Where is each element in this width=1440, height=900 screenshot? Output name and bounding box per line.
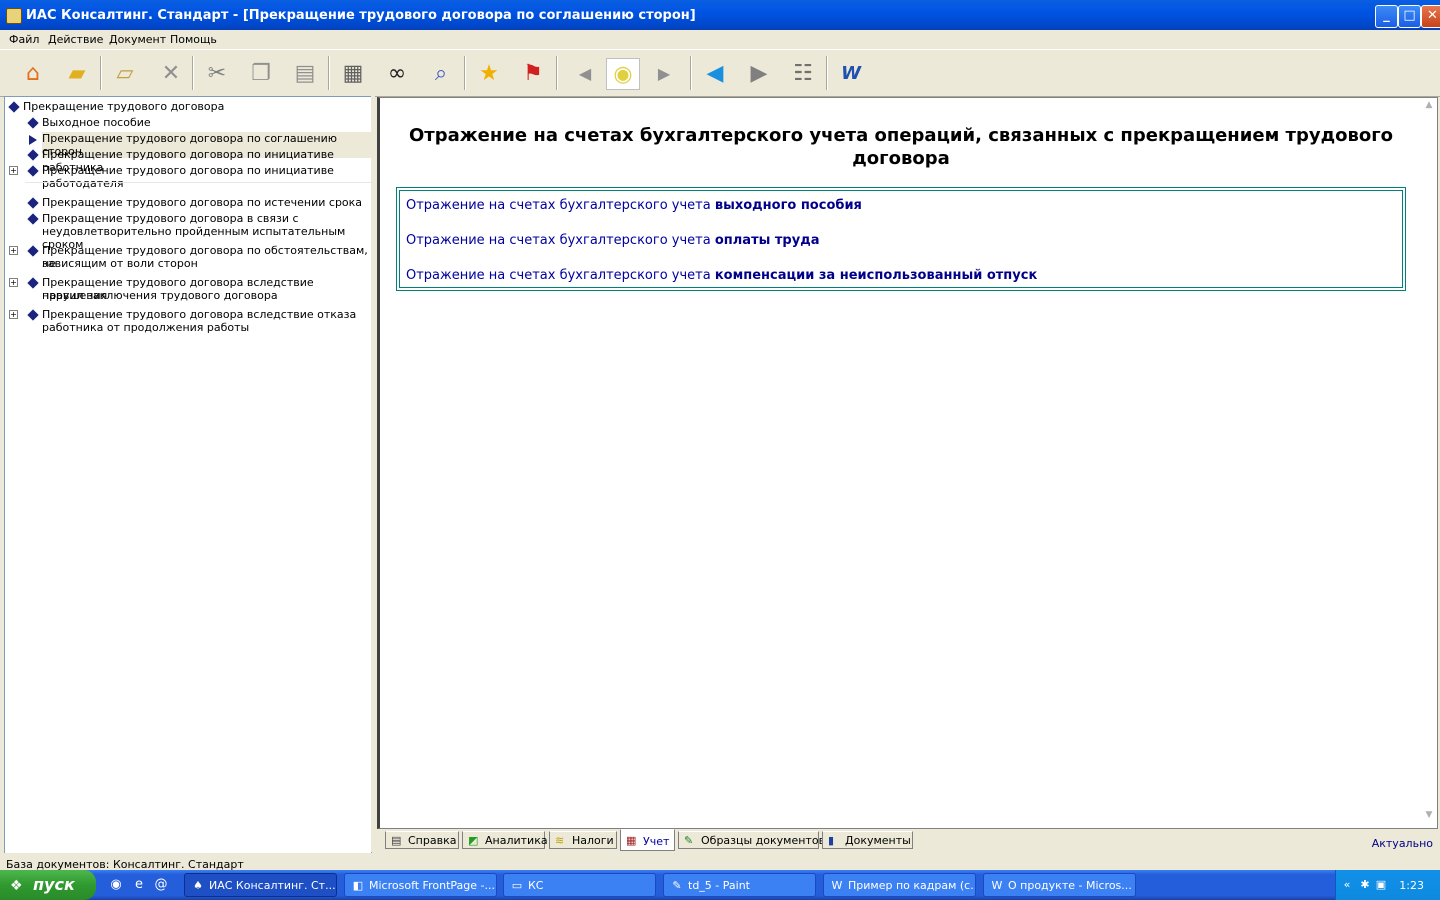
menu-help[interactable]: Помощь <box>170 33 217 46</box>
tab-accounting[interactable]: ▦ Учет <box>620 829 675 851</box>
ie-icon[interactable]: e <box>131 877 147 893</box>
lightbulb-icon[interactable]: ◉ <box>606 58 640 90</box>
diamond-icon <box>27 197 39 209</box>
bookmark-flag-icon[interactable]: ⚑ <box>517 58 549 88</box>
diamond-icon <box>27 213 39 225</box>
task-frontpage[interactable]: ◧ Microsoft FrontPage -... <box>344 873 497 897</box>
diamond-icon <box>27 149 39 161</box>
print-icon[interactable]: ▦ <box>337 58 369 88</box>
open-folder-icon[interactable]: ▰ <box>61 58 93 88</box>
link-vacation-compensation[interactable]: Отражение на счетах бухгалтерского учета… <box>406 268 1037 283</box>
diamond-icon <box>8 101 20 113</box>
tray-antivirus-icon[interactable]: ✱ <box>1358 878 1372 892</box>
status-bar: База документов: Консалтинг. Стандарт <box>0 853 1440 871</box>
actual-label: Актуально <box>1371 837 1433 850</box>
pen-icon: ✎ <box>684 834 694 847</box>
prev-small-icon[interactable]: ◀ <box>569 58 601 88</box>
title-bar: ИАС Консалтинг. Стандарт - [Прекращение … <box>0 0 1440 30</box>
system-tray: « ✱ ▣ 1:23 <box>1335 870 1440 900</box>
tab-strip: ▤ Справка ◩ Аналитика ≋ Налоги ▦ Учет ✎ Образ… <box>377 829 1440 852</box>
expand-icon[interactable]: + <box>9 310 18 319</box>
ias-icon: ♠ <box>193 879 203 892</box>
tree-icon[interactable]: ☷ <box>787 58 819 88</box>
clock: 1:23 <box>1399 879 1424 892</box>
abacus-icon: ▦ <box>626 834 637 847</box>
task-folder-ks[interactable]: ▭ КС <box>503 873 656 897</box>
word-icon: W <box>831 879 843 892</box>
expand-icon[interactable]: + <box>9 166 18 175</box>
tab-document-samples[interactable]: ✎ Образцы документов <box>678 831 825 849</box>
splitter[interactable] <box>371 96 375 852</box>
window-title: ИАС Консалтинг. Стандарт - [Прекращение … <box>26 8 696 23</box>
paste-icon[interactable]: ▤ <box>289 58 321 88</box>
book-icon: ▮ <box>828 834 835 847</box>
toolbar: ⌂ ▰ ▱ ✕ ✂ ❐ ▤ ▦ ∞ ⌕ ★ ⚑ ◀ ◉ ▶ ◀ ▶ ☷ W <box>0 49 1440 97</box>
coins-icon: ≋ <box>555 834 565 847</box>
home-icon[interactable]: ⌂ <box>17 58 49 88</box>
diamond-icon <box>27 277 39 289</box>
back-icon[interactable]: ◀ <box>699 58 731 88</box>
minimize-button[interactable]: _ <box>1375 5 1398 28</box>
windows-flag-icon: ❖ <box>10 878 23 894</box>
diamond-icon <box>27 245 39 257</box>
expand-icon[interactable]: + <box>9 246 18 255</box>
menu-action[interactable]: Действие <box>48 33 103 46</box>
scroll-down-icon[interactable]: ▼ <box>1423 810 1435 822</box>
topic-tree: Прекращение трудового договора Выходное … <box>4 96 372 854</box>
preview-icon[interactable]: ⌕ <box>425 58 457 88</box>
task-paint[interactable]: ✎ td_5 - Paint <box>663 873 816 897</box>
folder-new-icon[interactable]: ▱ <box>109 58 141 88</box>
menu-document[interactable]: Документ <box>109 33 166 46</box>
task-ias[interactable]: ♠ ИАС Консалтинг. Ст... <box>184 873 337 897</box>
close-button[interactable]: ✕ <box>1421 5 1440 28</box>
taskbar: ❖ пуск ◉ e @ ♠ ИАС Консалтинг. Ст... ◧ Mic… <box>0 870 1440 900</box>
diamond-icon <box>27 117 39 129</box>
word-export-icon[interactable]: W <box>835 58 867 88</box>
tab-taxes[interactable]: ≋ Налоги <box>549 831 617 849</box>
word-icon: W <box>991 879 1003 892</box>
selected-arrow-icon <box>29 135 37 145</box>
copy-icon[interactable]: ❐ <box>245 58 277 88</box>
tab-documents[interactable]: ▮ Документы <box>822 831 913 849</box>
chart-icon: ◩ <box>468 834 479 847</box>
favorite-star-icon[interactable]: ★ <box>473 58 505 88</box>
diamond-icon <box>27 165 39 177</box>
task-word-2[interactable]: WО продукте - Micros... <box>983 873 1136 897</box>
delete-icon[interactable]: ✕ <box>155 58 187 88</box>
doc-icon: ▤ <box>391 834 402 847</box>
links-box: Отражение на счетах бухгалтерского учета… <box>396 187 1406 291</box>
app-icon <box>6 8 22 24</box>
tab-analytics[interactable]: ◩ Аналитика <box>462 831 548 849</box>
tray-network-icon[interactable]: ▣ <box>1374 878 1388 892</box>
frontpage-icon: ◧ <box>352 879 364 892</box>
media-player-icon[interactable]: ◉ <box>108 877 124 893</box>
tab-help[interactable]: ▤ Справка <box>385 831 459 849</box>
vertical-scrollbar[interactable]: ▲ ▼ <box>1421 98 1437 826</box>
document-title: Отражение на счетах бухгалтерского учета… <box>408 125 1394 169</box>
document-body: Отражение на счетах бухгалтерского учета… <box>386 102 1416 822</box>
link-payroll[interactable]: Отражение на счетах бухгалтерского учета… <box>406 233 819 248</box>
menu-bar: Файл Действие Документ Помощь <box>0 30 1440 49</box>
scroll-up-icon[interactable]: ▲ <box>1423 100 1435 112</box>
outlook-icon[interactable]: @ <box>153 877 169 893</box>
next-small-icon[interactable]: ▶ <box>648 58 680 88</box>
cut-icon[interactable]: ✂ <box>201 58 233 88</box>
document-pane: Отражение на счетах бухгалтерского учета… <box>377 97 1438 829</box>
diamond-icon <box>27 309 39 321</box>
paint-icon: ✎ <box>672 879 682 892</box>
menu-file[interactable]: Файл <box>9 33 39 46</box>
task-word-1[interactable]: W Пример по кадрам (с... <box>823 873 976 897</box>
tray-expand-icon[interactable]: « <box>1340 878 1354 892</box>
expand-icon[interactable]: + <box>9 278 18 287</box>
link-severance-pay[interactable]: Отражение на счетах бухгалтерского учета… <box>406 198 862 213</box>
start-button[interactable]: ❖ пуск <box>0 870 96 900</box>
folder-icon: ▭ <box>511 879 523 892</box>
find-icon[interactable]: ∞ <box>381 58 413 88</box>
maximize-button[interactable]: □ <box>1398 5 1421 28</box>
forward-icon[interactable]: ▶ <box>743 58 775 88</box>
